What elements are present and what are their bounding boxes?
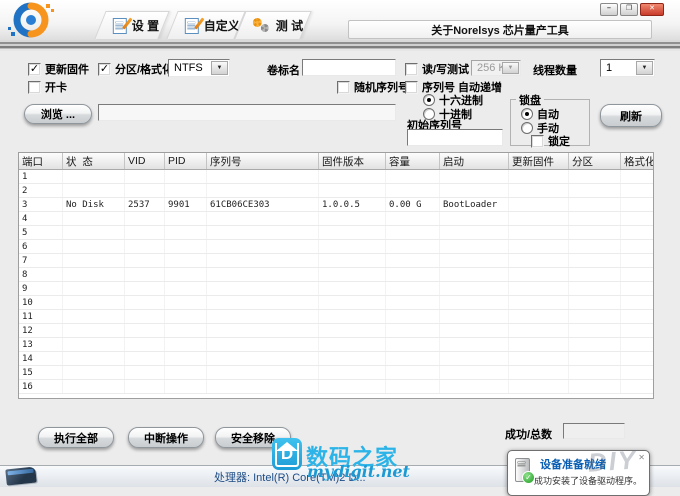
tab-test[interactable]: 测 试	[234, 11, 311, 39]
watermark-ghost: DIY	[587, 444, 638, 478]
table-row[interactable]: 9	[19, 282, 654, 296]
column-header[interactable]: PID	[165, 153, 207, 170]
tab-custom[interactable]: 自定义	[166, 11, 245, 39]
table-row[interactable]: 11	[19, 310, 654, 324]
checkbox-box	[337, 81, 350, 94]
table-row[interactable]: 7	[19, 254, 654, 268]
table-row[interactable]: 3No Disk2537990161CB06CE3031.0.0.50.00 G…	[19, 198, 654, 212]
chevron-down-icon: ▼	[636, 61, 653, 75]
restore-button[interactable]: ❐	[620, 3, 638, 16]
volume-label: 卷标名	[267, 62, 300, 78]
separator-band	[0, 40, 680, 51]
gears-icon	[253, 18, 271, 34]
checkbox-label: 更新固件	[45, 61, 89, 77]
window-preview-icon[interactable]	[5, 466, 37, 485]
house-roof-icon	[276, 442, 298, 451]
column-header[interactable]: 端口	[19, 153, 63, 170]
table-header-row: 端口状 态VIDPID序列号固件版本容量启动更新固件分区格式化读/写测试	[19, 153, 654, 170]
thread-count-value: 1	[606, 62, 612, 74]
watermark-site-url: mydigit.net	[307, 462, 410, 481]
random-serial-checkbox[interactable]: 随机序列号	[337, 79, 409, 95]
open-card-checkbox[interactable]: 开卡	[28, 79, 67, 95]
success-total-field	[563, 423, 625, 439]
table-row[interactable]: 4	[19, 212, 654, 226]
checkbox-label: 开卡	[45, 79, 67, 95]
tab-test-label: 测 试	[276, 17, 303, 34]
app-logo-icon	[8, 2, 54, 40]
rw-size-select[interactable]: 256 K ▼	[471, 60, 521, 76]
table-row[interactable]: 12	[19, 324, 654, 338]
checkbox-box	[98, 63, 111, 76]
interrupt-button[interactable]: 中断操作	[128, 427, 204, 448]
checkbox-box	[28, 81, 41, 94]
filesystem-value: NTFS	[174, 62, 203, 74]
partition-format-checkbox[interactable]: 分区/格式化	[98, 61, 173, 77]
checkbox-box	[405, 63, 418, 76]
column-header[interactable]: 容量	[386, 153, 440, 170]
table-row[interactable]: 16	[19, 380, 654, 394]
checkbox-box	[28, 63, 41, 76]
table-row[interactable]: 2	[19, 184, 654, 198]
refresh-button[interactable]: 刷新	[600, 104, 662, 127]
chevron-down-icon: ▼	[211, 61, 228, 75]
radio-circle	[423, 94, 435, 106]
about-button[interactable]: 关于Norelsys 芯片量产工具	[348, 20, 652, 39]
notification-close-icon[interactable]: ✕	[638, 453, 645, 462]
filesystem-select[interactable]: NTFS ▼	[168, 59, 230, 77]
table-row[interactable]: 8	[19, 268, 654, 282]
close-button[interactable]: ✕	[640, 3, 664, 16]
column-header[interactable]: 分区	[569, 153, 621, 170]
checkbox-label: 随机序列号	[354, 79, 409, 95]
lock-checkbox[interactable]: 锁定	[531, 133, 570, 149]
edit-doc-icon	[113, 18, 127, 34]
table-row[interactable]: 14	[19, 352, 654, 366]
column-header[interactable]: 固件版本	[319, 153, 386, 170]
table-row[interactable]: 13	[19, 338, 654, 352]
lock-disk-group: 锁盘 自动 手动 锁定	[510, 99, 590, 146]
run-all-button[interactable]: 执行全部	[38, 427, 114, 448]
table-row[interactable]: 10	[19, 296, 654, 310]
minimize-button[interactable]: –	[600, 3, 618, 16]
edit-doc-icon	[185, 18, 199, 34]
checkbox-label: 锁定	[548, 133, 570, 149]
checkbox-label: 读/写测试	[422, 61, 469, 77]
device-table: 端口状 态VIDPID序列号固件版本容量启动更新固件分区格式化读/写测试 123…	[18, 152, 654, 399]
chevron-down-icon: ▼	[502, 62, 519, 74]
device-table-body: 123No Disk2537990161CB06CE3031.0.0.50.00…	[19, 170, 654, 394]
table-row[interactable]: 5	[19, 226, 654, 240]
column-header[interactable]: 序列号	[207, 153, 319, 170]
column-header[interactable]: 状 态	[63, 153, 125, 170]
tab-custom-label: 自定义	[204, 17, 240, 34]
volume-input[interactable]	[302, 59, 396, 76]
table-row[interactable]: 15	[19, 366, 654, 380]
table-row[interactable]: 6	[19, 240, 654, 254]
checkbox-box	[531, 135, 544, 148]
window-controls: – ❐ ✕	[600, 3, 664, 16]
tab-settings-label: 设 置	[132, 17, 159, 34]
column-header[interactable]: 格式化	[621, 153, 655, 170]
mydigit-logo-icon: D	[272, 438, 302, 470]
thread-count-label: 线程数量	[533, 62, 577, 78]
column-header[interactable]: 启动	[440, 153, 509, 170]
table-row[interactable]: 1	[19, 170, 654, 184]
tab-settings[interactable]: 设 置	[94, 11, 169, 39]
rw-test-checkbox[interactable]: 读/写测试	[405, 61, 469, 77]
browse-button[interactable]: 浏览 ...	[24, 104, 92, 124]
column-header[interactable]: 更新固件	[509, 153, 569, 170]
checkbox-label: 分区/格式化	[115, 61, 173, 77]
column-header[interactable]: VID	[125, 153, 165, 170]
checkbox-box	[405, 81, 418, 94]
firmware-path-input[interactable]	[98, 104, 396, 121]
radio-circle	[521, 108, 533, 120]
success-total-label: 成功/总数	[505, 426, 552, 442]
update-firmware-checkbox[interactable]: 更新固件	[28, 61, 89, 77]
initial-serial-input[interactable]	[407, 129, 503, 146]
thread-count-select[interactable]: 1 ▼	[600, 59, 655, 77]
